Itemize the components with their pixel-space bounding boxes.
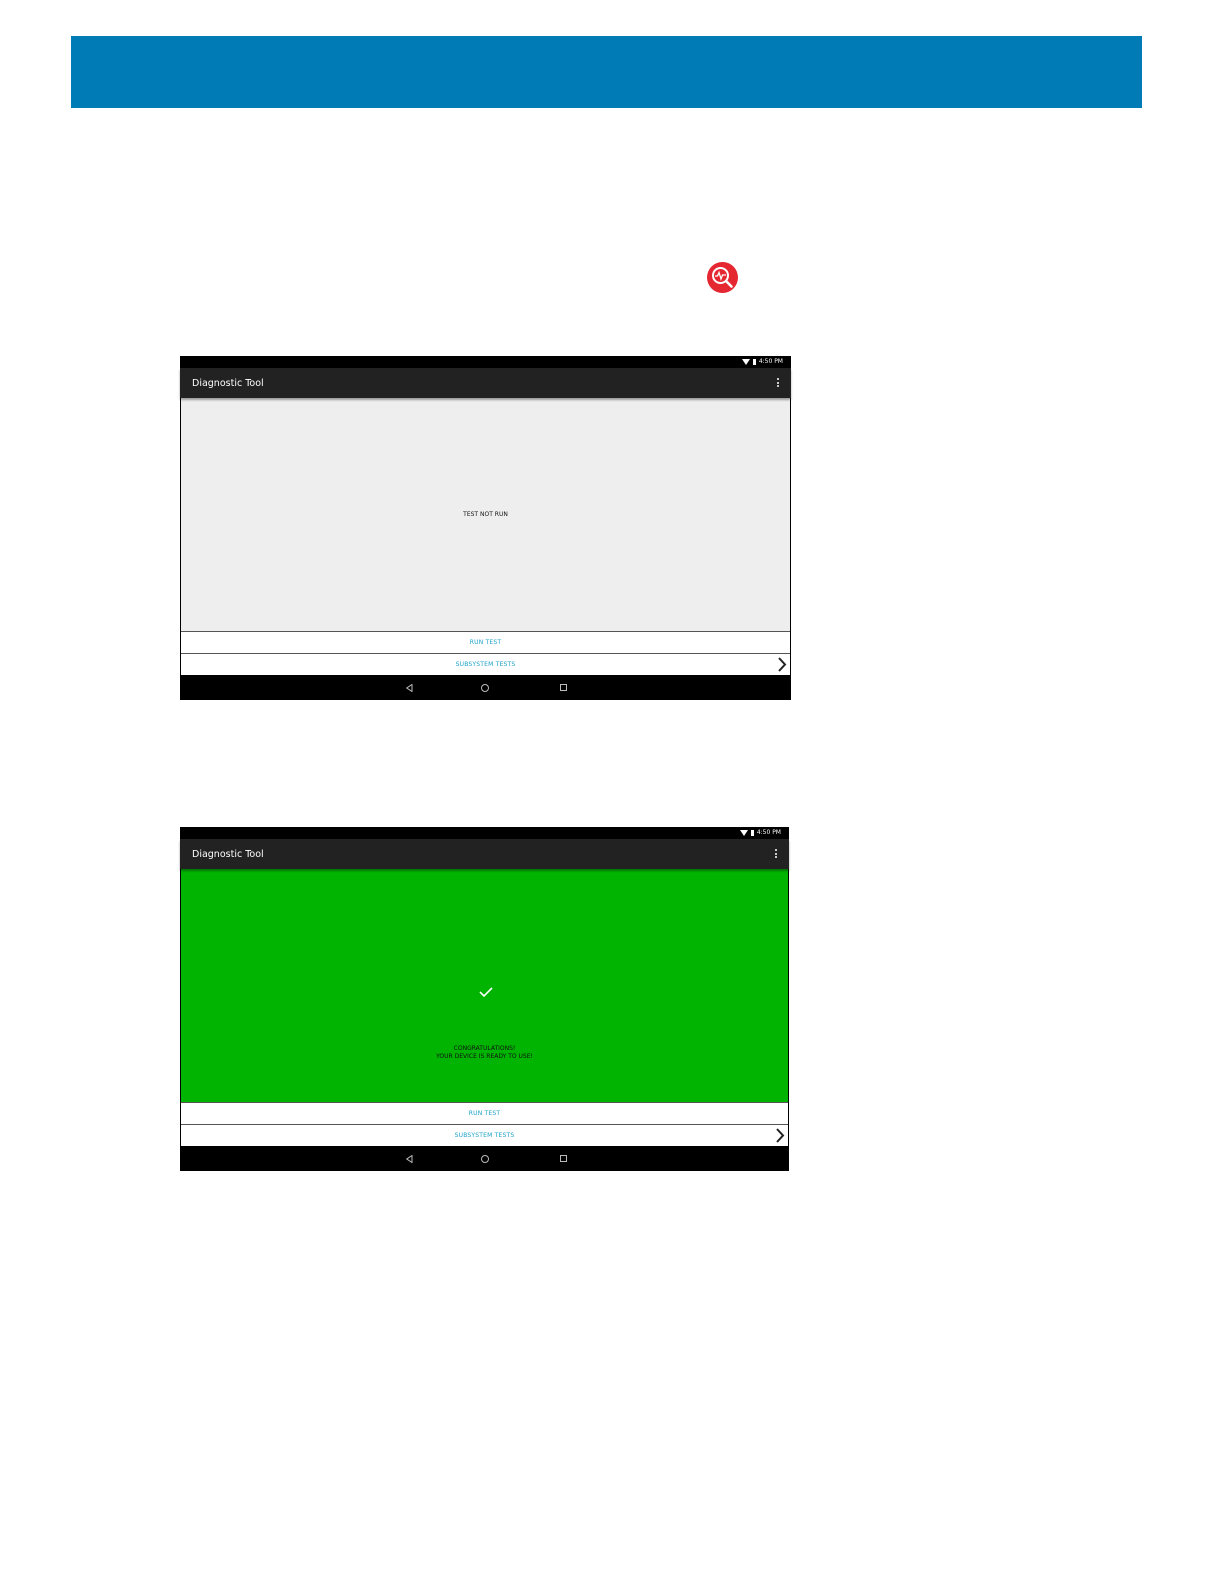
subsystem-tests-label: SUBSYSTEM TESTS [454, 1132, 515, 1139]
status-bar: 4:50 PM [180, 827, 789, 839]
run-test-button[interactable]: RUN TEST [181, 631, 790, 653]
test-status-panel: CONGRATULATIONS! YOUR DEVICE IS READY TO… [181, 869, 788, 1102]
battery-icon [752, 358, 756, 365]
test-status-panel: TEST NOT RUN [181, 398, 790, 631]
wifi-icon [739, 829, 748, 836]
chevron-right-icon [776, 1128, 785, 1143]
app-action-bar: Diagnostic Tool [180, 839, 789, 869]
subsystem-tests-button[interactable]: SUBSYSTEM TESTS [181, 653, 790, 675]
battery-icon [750, 829, 754, 836]
subsystem-tests-label: SUBSYSTEM TESTS [455, 661, 516, 668]
back-icon[interactable] [406, 1155, 413, 1163]
app-title: Diagnostic Tool [192, 849, 264, 860]
home-icon[interactable] [481, 684, 489, 692]
test-status-text: TEST NOT RUN [463, 511, 508, 519]
checkmark-icon [479, 987, 493, 997]
recents-icon[interactable] [560, 1155, 567, 1162]
android-nav-bar [180, 676, 791, 700]
status-clock: 4:50 PM [756, 829, 781, 836]
diagnostic-tool-app-icon [707, 262, 738, 293]
overflow-menu-icon[interactable] [777, 378, 779, 387]
page-header-bar [71, 36, 1142, 108]
recents-icon[interactable] [560, 684, 567, 691]
status-bar: 4:50 PM [180, 356, 791, 368]
chevron-right-icon [778, 657, 787, 672]
status-clock: 4:50 PM [758, 358, 783, 365]
subsystem-tests-button[interactable]: SUBSYSTEM TESTS [181, 1124, 788, 1146]
app-action-bar: Diagnostic Tool [180, 368, 791, 398]
run-test-label: RUN TEST [469, 639, 502, 646]
test-status-text: CONGRATULATIONS! YOUR DEVICE IS READY TO… [181, 1045, 788, 1061]
magnifier-pulse-icon [712, 267, 733, 288]
run-test-label: RUN TEST [468, 1110, 501, 1117]
back-icon[interactable] [406, 684, 413, 692]
android-nav-bar [180, 1147, 789, 1171]
test-status-line: CONGRATULATIONS! [453, 1045, 516, 1052]
test-status-line: YOUR DEVICE IS READY TO USE! [436, 1053, 533, 1060]
app-title: Diagnostic Tool [192, 378, 264, 389]
test-status-line: TEST NOT RUN [463, 510, 508, 518]
run-test-button[interactable]: RUN TEST [181, 1102, 788, 1124]
device-screenshot-test-not-run: 4:50 PM Diagnostic Tool TEST NOT RUN RUN… [180, 356, 791, 700]
device-screenshot-test-passed: 4:50 PM Diagnostic Tool CONGRATULATIONS!… [180, 827, 789, 1171]
home-icon[interactable] [481, 1155, 489, 1163]
wifi-icon [741, 358, 750, 365]
overflow-menu-icon[interactable] [775, 849, 777, 858]
